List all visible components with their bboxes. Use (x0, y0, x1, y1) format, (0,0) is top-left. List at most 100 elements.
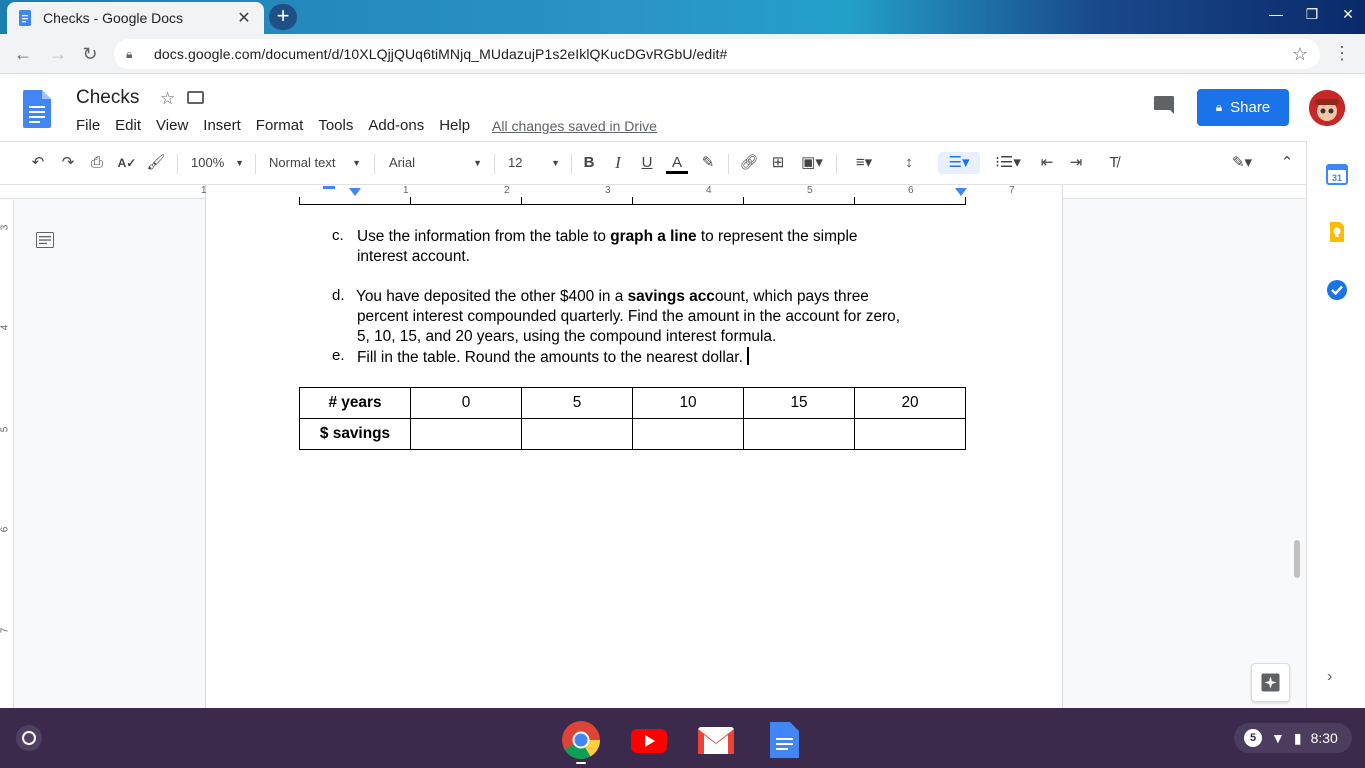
item-d-line-1[interactable]: You have deposited the other $400 in a s… (356, 287, 869, 307)
insert-image-icon[interactable]: ▣▾ (797, 152, 827, 174)
decrease-indent-icon[interactable]: ⇤ (1036, 152, 1058, 174)
tasks-icon[interactable] (1326, 279, 1348, 301)
font-select[interactable]: Arial ▼ (389, 153, 482, 173)
keep-icon[interactable] (1326, 221, 1348, 243)
maximize-icon[interactable]: ❐ (1303, 6, 1321, 23)
table-cell[interactable]: 0 (410, 387, 522, 419)
spellcheck-icon[interactable]: A✓ (116, 152, 138, 174)
back-icon[interactable]: ← (11, 42, 35, 66)
item-d-line-3[interactable]: 5, 10, 15, and 20 years, using the compo… (357, 327, 776, 347)
url-text[interactable]: docs.google.com/document/d/10XLQjjQUq6ti… (154, 46, 1292, 62)
document-page[interactable]: c. Use the information from the table to… (205, 197, 1063, 708)
align-icon[interactable]: ≡▾ (848, 152, 880, 174)
table-cell[interactable]: 5 (521, 387, 633, 419)
add-comment-icon[interactable]: ⊞ (767, 152, 789, 174)
left-indent-marker[interactable] (349, 188, 361, 196)
menu-help[interactable]: Help (439, 117, 470, 134)
vertical-scrollbar[interactable] (1294, 540, 1300, 578)
browser-tab[interactable]: Checks - Google Docs ✕ (7, 2, 264, 34)
menu-file[interactable]: File (76, 117, 100, 134)
comments-icon[interactable] (1153, 95, 1175, 115)
forward-icon[interactable]: → (46, 42, 70, 66)
docs-app-icon[interactable] (764, 720, 804, 760)
table-cell[interactable] (854, 418, 966, 450)
table-cell[interactable] (743, 418, 855, 450)
right-indent-marker[interactable] (955, 188, 967, 196)
line-spacing-icon[interactable]: ↕ (898, 152, 920, 174)
gmail-icon[interactable] (696, 720, 736, 760)
calendar-icon[interactable]: 31 (1326, 163, 1348, 185)
status-tray[interactable]: 5 ▼ ▮ 8:30 (1234, 723, 1352, 753)
table-cell[interactable] (632, 418, 744, 450)
clock: 8:30 (1310, 730, 1338, 746)
clear-formatting-icon[interactable]: T̸ (1103, 152, 1125, 174)
link-icon[interactable]: 🔗︎ (738, 152, 760, 174)
text-color-icon[interactable]: A (666, 152, 688, 174)
document-outline-icon[interactable] (36, 232, 54, 248)
table-cell[interactable]: # years (299, 387, 411, 419)
share-button[interactable]: 🔒︎ Share (1197, 89, 1289, 126)
table-cell[interactable]: 10 (632, 387, 744, 419)
table-cell[interactable]: 15 (743, 387, 855, 419)
menu-format[interactable]: Format (256, 117, 304, 134)
table-cell[interactable]: 20 (854, 387, 966, 419)
bulleted-list-icon[interactable]: ⁝☰▾ (989, 152, 1027, 174)
item-d-bold: savings acc (627, 288, 715, 305)
bold-icon[interactable]: B (578, 152, 600, 174)
undo-icon[interactable]: ↶ (27, 152, 49, 174)
italic-icon[interactable]: I (607, 152, 629, 174)
editing-mode-icon[interactable]: ✎▾ (1224, 152, 1260, 174)
table-cell[interactable]: $ savings (299, 418, 411, 450)
move-folder-icon[interactable] (187, 91, 204, 104)
menu-view[interactable]: View (156, 117, 188, 134)
star-icon[interactable]: ☆ (160, 89, 175, 109)
item-c-line-2[interactable]: interest account. (357, 247, 470, 267)
hide-menus-icon[interactable]: ⌃ (1276, 152, 1298, 174)
table-cell[interactable] (521, 418, 633, 450)
item-d-line-2[interactable]: percent interest compounded quarterly. F… (357, 307, 900, 327)
table-cell[interactable] (410, 418, 522, 450)
document-title[interactable]: Checks (76, 87, 139, 109)
font-size-select[interactable]: 12 ▼ (508, 153, 560, 173)
expand-panel-icon[interactable]: › (1327, 668, 1332, 686)
address-bar[interactable]: 🔒︎ docs.google.com/document/d/10XLQjjQUq… (114, 39, 1320, 69)
underline-icon[interactable]: U (636, 152, 658, 174)
menu-insert[interactable]: Insert (203, 117, 241, 134)
ruler-number: 6 (0, 526, 11, 533)
chrome-icon[interactable] (561, 720, 601, 760)
item-e-line[interactable]: Fill in the table. Round the amounts to … (357, 347, 749, 368)
menu-addons[interactable]: Add-ons (368, 117, 424, 134)
increase-indent-icon[interactable]: ⇥ (1065, 152, 1087, 174)
avatar[interactable] (1309, 90, 1345, 126)
tab-title: Checks - Google Docs (43, 10, 184, 26)
zoom-select[interactable]: 100% ▼ (191, 153, 244, 173)
bookmark-star-icon[interactable]: ☆ (1292, 44, 1308, 65)
savings-table[interactable]: # years 0 5 10 15 20 $ savings (299, 387, 966, 450)
redo-icon[interactable]: ↷ (57, 152, 79, 174)
font-value: Arial (389, 155, 416, 170)
style-select[interactable]: Normal text ▼ (269, 153, 361, 173)
close-window-icon[interactable]: ✕ (1339, 6, 1357, 23)
print-icon[interactable]: ⎙ (86, 152, 108, 174)
docs-favicon-icon (19, 10, 31, 26)
numbered-list-icon[interactable]: ☰▾ (938, 152, 980, 174)
list-marker-d: d. (332, 287, 345, 304)
docs-logo-icon[interactable] (23, 90, 51, 128)
browser-menu-icon[interactable]: ⋮ (1333, 44, 1351, 62)
launcher-icon[interactable] (16, 725, 42, 751)
reload-icon[interactable]: ↻ (78, 42, 102, 66)
lock-icon[interactable]: 🔒︎ (126, 47, 140, 62)
youtube-icon[interactable] (629, 720, 669, 760)
menu-tools[interactable]: Tools (318, 117, 353, 134)
ruler-number: 7 (1009, 185, 1015, 196)
first-line-indent-marker[interactable] (323, 186, 335, 189)
save-status[interactable]: All changes saved in Drive (492, 118, 657, 134)
explore-button[interactable] (1251, 663, 1290, 702)
item-c-line-1[interactable]: Use the information from the table to gr… (357, 227, 857, 247)
tab-close-icon[interactable]: ✕ (234, 8, 254, 28)
menu-edit[interactable]: Edit (115, 117, 141, 134)
paint-format-icon[interactable]: 🖌︎ (145, 152, 167, 174)
minimize-icon[interactable]: — (1267, 6, 1285, 23)
highlight-icon[interactable]: ✎ (697, 152, 719, 174)
new-tab-button[interactable]: + (269, 4, 297, 30)
